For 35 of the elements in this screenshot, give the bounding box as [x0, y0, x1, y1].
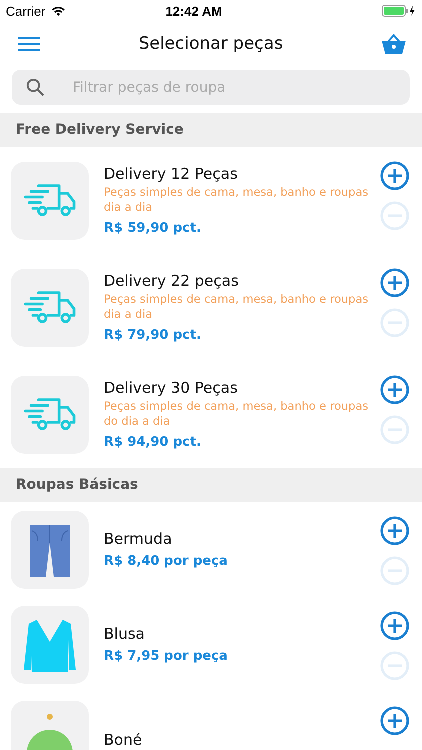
item-name: Bermuda: [104, 530, 174, 548]
plus-button[interactable]: [380, 375, 410, 405]
item-name: Delivery 22 peças: [104, 272, 240, 290]
truck-icon: [22, 182, 78, 220]
plus-button[interactable]: [380, 161, 410, 191]
item-price: R$ 94,90 pct.: [104, 435, 202, 450]
search-field[interactable]: Filtrar peças de roupa: [12, 70, 410, 105]
plus-button[interactable]: [380, 268, 410, 298]
item-name: Delivery 30 Peças: [104, 379, 239, 397]
item-name: Blusa: [104, 625, 146, 643]
plus-button[interactable]: [380, 516, 410, 546]
item-description: Peças simples de cama, mesa, banho e roupas dia a dia: [104, 185, 370, 215]
battery-icon: [382, 5, 416, 17]
time-label: 12:42 AM: [166, 4, 222, 18]
item-description: Peças simples de cama, mesa, banho e roupas dia a dia: [104, 292, 370, 322]
section-header: Roupas Básicas: [0, 468, 422, 502]
item-name: Delivery 12 Peças: [104, 165, 239, 183]
plus-button[interactable]: [380, 706, 410, 736]
item-price: R$ 79,90 pct.: [104, 328, 202, 343]
truck-icon: [22, 396, 78, 434]
item-price: R$ 59,90 pct.: [104, 221, 202, 236]
shirt-icon: [23, 618, 77, 672]
item-description: Peças simples de cama, mesa, banho e roupas do dia a dia: [104, 399, 370, 429]
item-price: R$ 8,40 por peça: [104, 554, 229, 569]
wifi-icon: [50, 6, 66, 16]
carrier-label: Carrier: [6, 4, 46, 18]
basket-icon[interactable]: [380, 33, 407, 55]
item-price: R$ 7,95 por peça: [104, 649, 229, 664]
menu-icon[interactable]: [17, 36, 41, 52]
shorts-icon: [28, 522, 72, 576]
section-header: Free Delivery Service: [0, 113, 422, 147]
item-name: Boné: [104, 730, 144, 748]
truck-icon: [22, 288, 78, 326]
plus-button[interactable]: [380, 611, 410, 641]
screen-title: Selecionar peças: [138, 34, 284, 54]
